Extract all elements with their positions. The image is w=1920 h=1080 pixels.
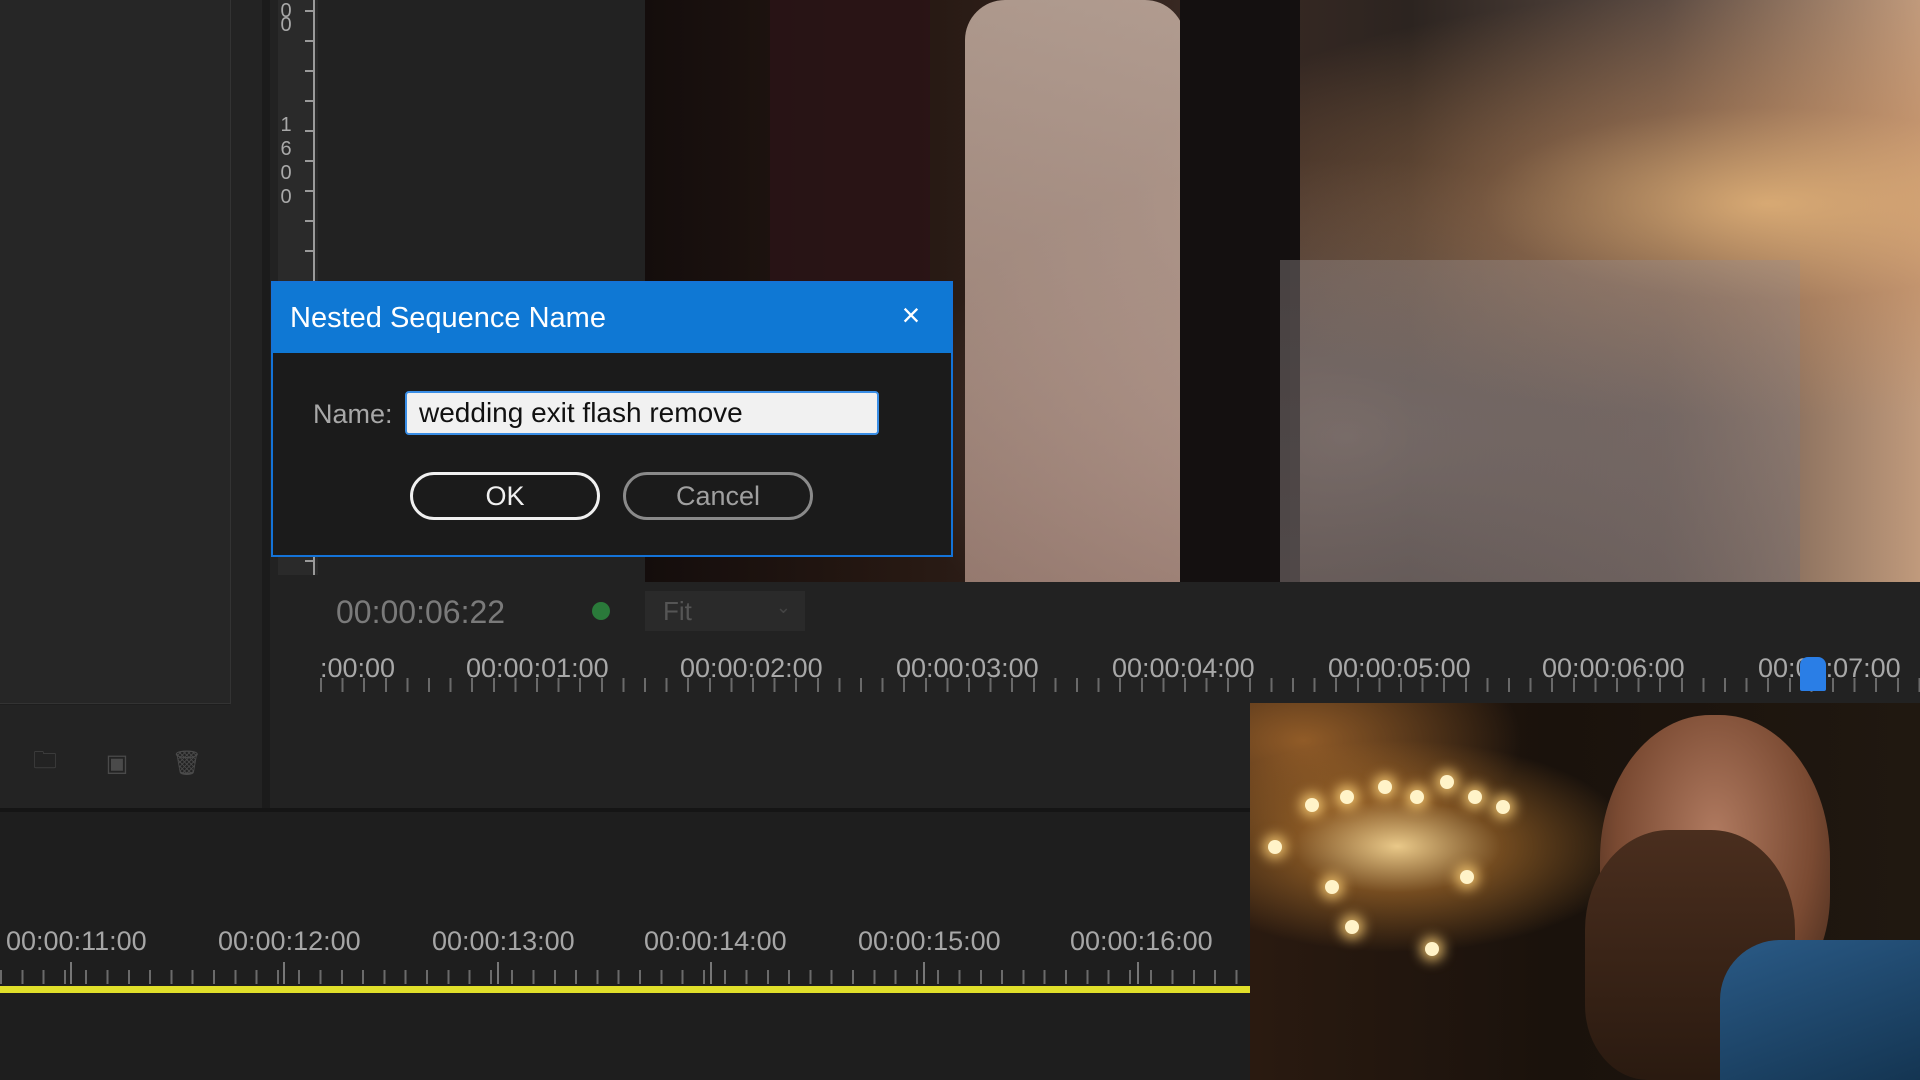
timeline-major-tick [283, 962, 285, 984]
trash-icon[interactable]: 🗑 [172, 750, 202, 777]
ruler-digit: 1 [280, 114, 292, 136]
timeline-ruler-label: 00:00:12:00 [218, 926, 361, 956]
light-bulb [1460, 870, 1474, 884]
ruler-tick [305, 70, 315, 72]
timeline-ruler-label: 00:00:16:00 [1070, 926, 1213, 956]
light-bulb [1340, 790, 1354, 804]
ok-button[interactable]: OK [410, 472, 600, 520]
light-bulb [1345, 920, 1359, 934]
fit-label: Fit [663, 595, 692, 626]
name-input[interactable] [405, 391, 879, 435]
dialog-title: Nested Sequence Name [290, 302, 606, 334]
ruler-tick [305, 100, 315, 102]
close-icon[interactable]: × [892, 296, 930, 334]
playhead-marker-icon[interactable] [1800, 657, 1826, 691]
ruler-tick [305, 160, 315, 162]
light-bulb [1468, 790, 1482, 804]
cancel-button[interactable]: Cancel [623, 472, 813, 520]
ruler-tick [305, 40, 315, 42]
ruler-tick [305, 250, 315, 252]
fit-dropdown[interactable]: Fit ⌄ [645, 591, 805, 631]
ruler-tick [305, 190, 315, 192]
name-label: Name: [313, 399, 393, 429]
timeline-ruler-label: 00:00:13:00 [432, 926, 575, 956]
light-bulb [1325, 880, 1339, 894]
timeline-ruler-ticks[interactable] [0, 962, 1250, 984]
light-bulb [1305, 798, 1319, 812]
chevron-down-icon: ⌄ [775, 597, 791, 617]
timeline-major-tick [497, 962, 499, 984]
ruler-tick [305, 560, 315, 562]
timeline-major-tick [70, 962, 72, 984]
timeline-ruler-label: 00:00:15:00 [858, 926, 1001, 956]
timeline-ruler-label: 00:00:11:00 [6, 926, 147, 956]
timeline-major-tick [710, 962, 712, 984]
monitor-ruler-ticks[interactable] [320, 678, 1920, 692]
timeline-major-tick [1137, 962, 1139, 984]
folder-icon[interactable]: 🗀 [30, 747, 60, 776]
video-figure [770, 0, 930, 300]
light-bulb [1425, 942, 1439, 956]
light-bulb [1378, 780, 1392, 794]
ruler-digit: 0 [280, 186, 292, 208]
work-area-bar[interactable] [0, 986, 1250, 993]
ruler-digit: 6 [280, 138, 292, 160]
panel-divider[interactable] [262, 0, 270, 810]
playhead-timecode[interactable]: 00:00:06:22 [336, 594, 505, 631]
project-bin-area[interactable] [0, 0, 231, 704]
light-bulb [1410, 790, 1424, 804]
new-item-icon[interactable]: ▣ [102, 750, 132, 777]
status-dot-icon [592, 602, 610, 620]
ruler-tick [305, 220, 315, 222]
video-floor [1280, 260, 1800, 582]
video-figure [965, 0, 1185, 582]
ruler-digit: 0 [280, 14, 292, 36]
timeline-divider[interactable] [0, 808, 1250, 812]
ruler-digit: 0 [280, 162, 292, 184]
timeline-major-tick [923, 962, 925, 984]
person-shirt [1720, 940, 1920, 1080]
light-bulb [1268, 840, 1282, 854]
light-bulb [1496, 800, 1510, 814]
ruler-tick [305, 10, 315, 12]
ruler-tick [305, 130, 315, 132]
timeline-ruler-label: 00:00:14:00 [644, 926, 787, 956]
light-bulb [1440, 775, 1454, 789]
